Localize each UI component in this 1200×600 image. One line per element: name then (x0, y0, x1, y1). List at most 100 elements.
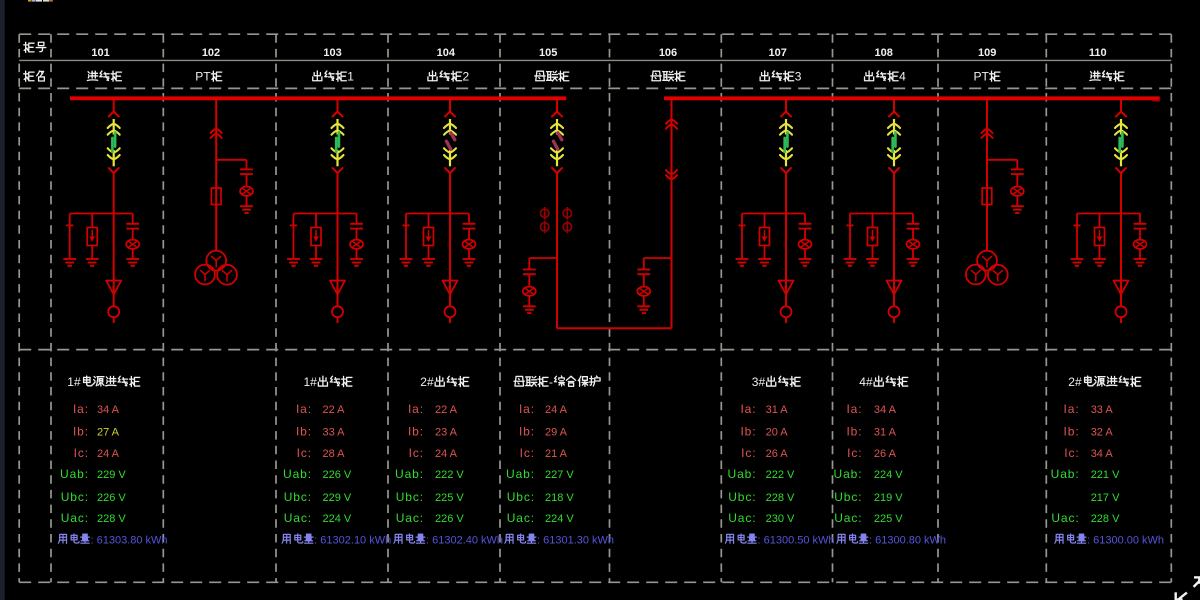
svg-text:107: 107 (769, 47, 787, 59)
svg-text:Ib:: Ib: (846, 425, 862, 439)
svg-text:109: 109 (978, 47, 996, 59)
svg-text:101: 101 (91, 47, 109, 59)
svg-text:Ia:: Ia: (296, 402, 312, 416)
svg-text:Ic:: Ic: (409, 446, 424, 460)
svg-text:Ubc:: Ubc: (284, 490, 312, 504)
svg-text:22 A: 22 A (435, 404, 458, 416)
svg-text:Uac:: Uac: (728, 511, 756, 525)
svg-text:222 V: 222 V (435, 469, 464, 481)
svg-text:Uab:: Uab: (1051, 467, 1080, 481)
svg-text:Uab:: Uab: (283, 467, 312, 481)
svg-text:Ia:: Ia: (1064, 402, 1080, 416)
svg-text:: 61303.80 kWh: : 61303.80 kWh (91, 535, 168, 547)
svg-text:Ib:: Ib: (519, 425, 535, 439)
svg-text:24 A: 24 A (435, 448, 458, 460)
svg-text:Uac:: Uac: (1051, 511, 1079, 525)
svg-text:Uac:: Uac: (507, 511, 535, 525)
svg-text:Ib:: Ib: (408, 425, 424, 439)
svg-text:110: 110 (1089, 47, 1107, 59)
svg-text:28 A: 28 A (323, 448, 346, 460)
svg-text:2: 2 (463, 70, 470, 84)
svg-text:Uac:: Uac: (284, 511, 312, 525)
svg-text:Ia:: Ia: (408, 402, 424, 416)
svg-text:229 V: 229 V (323, 492, 352, 504)
svg-text:PT: PT (974, 70, 990, 84)
svg-text:26 A: 26 A (766, 448, 789, 460)
svg-text:Ic:: Ic: (520, 446, 535, 460)
svg-text:: 61300.00 kWh: : 61300.00 kWh (1087, 535, 1164, 547)
svg-text:224 V: 224 V (874, 469, 903, 481)
svg-text:21 A: 21 A (545, 448, 568, 460)
svg-text:PT: PT (195, 70, 211, 84)
svg-text:105: 105 (539, 47, 557, 59)
svg-text:Ic:: Ic: (74, 446, 89, 460)
svg-text:3#: 3# (752, 375, 766, 389)
svg-text:: 61301.30 kWh: : 61301.30 kWh (537, 535, 614, 547)
svg-text:20 A: 20 A (766, 427, 789, 439)
svg-text:29 A: 29 A (545, 427, 568, 439)
svg-text:224 V: 224 V (323, 513, 352, 525)
svg-text:Ia:: Ia: (519, 402, 535, 416)
svg-text:33 A: 33 A (323, 427, 346, 439)
svg-text:Uac:: Uac: (61, 511, 89, 525)
svg-text:34 A: 34 A (874, 404, 897, 416)
svg-text:4: 4 (899, 70, 906, 84)
svg-text:Ia:: Ia: (740, 402, 756, 416)
svg-text:229 V: 229 V (97, 469, 126, 481)
svg-text:219 V: 219 V (874, 492, 903, 504)
svg-text:227 V: 227 V (545, 469, 574, 481)
svg-text:Uab:: Uab: (60, 467, 89, 481)
svg-text:222 V: 222 V (766, 469, 795, 481)
svg-text:3: 3 (795, 70, 802, 84)
svg-text:34 A: 34 A (1091, 448, 1114, 460)
svg-text:1#: 1# (67, 375, 81, 389)
svg-text:104: 104 (437, 47, 456, 59)
svg-text:31 A: 31 A (874, 427, 897, 439)
svg-text:Ic:: Ic: (741, 446, 756, 460)
svg-text:Ib:: Ib: (740, 425, 756, 439)
svg-text:Ib:: Ib: (73, 425, 89, 439)
svg-text:Ic:: Ic: (1064, 446, 1079, 460)
svg-text:-: - (549, 375, 553, 389)
svg-text:24 A: 24 A (97, 448, 120, 460)
svg-text:23 A: 23 A (435, 427, 458, 439)
svg-text:226 V: 226 V (435, 513, 464, 525)
svg-text:103: 103 (323, 47, 341, 59)
svg-text:106: 106 (659, 47, 677, 59)
svg-text:Ubc:: Ubc: (834, 490, 862, 504)
svg-text:228 V: 228 V (766, 492, 795, 504)
svg-text:Ubc:: Ubc: (61, 490, 89, 504)
svg-text:Ic:: Ic: (847, 446, 862, 460)
svg-text:33 A: 33 A (1091, 404, 1114, 416)
svg-text:228 V: 228 V (97, 513, 126, 525)
svg-text:Uac:: Uac: (396, 511, 424, 525)
svg-text:: 61300.50 kWh: : 61300.50 kWh (758, 535, 835, 547)
svg-text:230 V: 230 V (766, 513, 795, 525)
svg-text:Ubc:: Ubc: (728, 490, 756, 504)
svg-text:2#: 2# (1068, 375, 1082, 389)
svg-text:Uab:: Uab: (506, 467, 535, 481)
svg-text:Uab:: Uab: (728, 467, 757, 481)
svg-text:Ubc:: Ubc: (507, 490, 535, 504)
svg-text:221 V: 221 V (1091, 469, 1120, 481)
svg-text:Ubc:: Ubc: (396, 490, 424, 504)
svg-text:108: 108 (875, 47, 893, 59)
svg-text:Ib:: Ib: (1064, 425, 1080, 439)
svg-text:31 A: 31 A (766, 404, 789, 416)
svg-text:: 61302.10 kWh: : 61302.10 kWh (314, 535, 391, 547)
svg-text:Ia:: Ia: (846, 402, 862, 416)
svg-text:218 V: 218 V (545, 492, 574, 504)
svg-text:228 V: 228 V (1091, 513, 1120, 525)
svg-text:102: 102 (202, 47, 220, 59)
svg-text:34 A: 34 A (97, 404, 120, 416)
svg-text:226 V: 226 V (323, 469, 352, 481)
svg-text:2#: 2# (420, 375, 434, 389)
svg-text:225 V: 225 V (435, 492, 464, 504)
svg-text:Uab:: Uab: (395, 467, 424, 481)
svg-text:226 V: 226 V (97, 492, 126, 504)
svg-text:225 V: 225 V (874, 513, 903, 525)
svg-text:27 A: 27 A (97, 427, 120, 439)
svg-text:Uac:: Uac: (834, 511, 862, 525)
svg-text:Uab:: Uab: (834, 467, 863, 481)
svg-text:217 V: 217 V (1091, 492, 1120, 504)
